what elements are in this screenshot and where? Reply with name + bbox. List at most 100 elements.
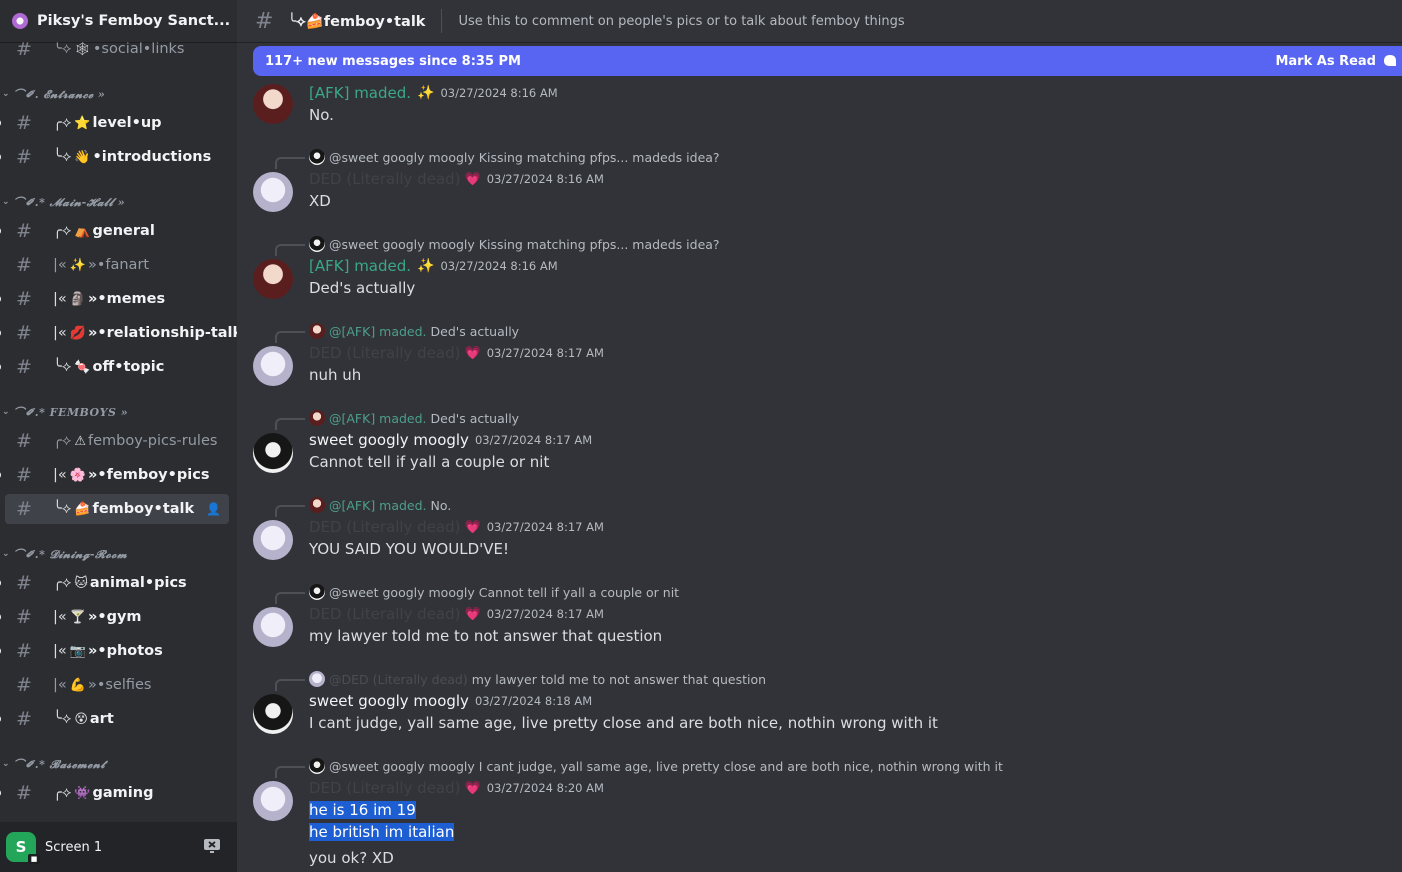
channel-femboy-talk[interactable]: # ╰⟡ 🍰 femboy•talk 👤 <box>5 494 229 524</box>
avatar[interactable] <box>253 781 293 821</box>
reply-spine <box>275 331 305 343</box>
author-name[interactable]: DED (Literally dead) <box>309 605 461 623</box>
mark-read-icon[interactable] <box>1382 53 1398 69</box>
channel-off-topic[interactable]: # ╰⟡ 🍬 off•topic <box>0 352 229 382</box>
channel-fanart[interactable]: # |« ✨ »•fanart <box>5 250 229 280</box>
unread-indicator <box>0 227 1 235</box>
stream-avatar[interactable]: S ■ <box>6 832 40 864</box>
timestamp[interactable]: 03/27/2024 8:18 AM <box>475 694 592 708</box>
channel-femboy-pics[interactable]: # |« 🌸 »•femboy•pics <box>0 460 229 490</box>
reply-text[interactable]: Cannot tell if yall a couple or nit <box>479 585 679 600</box>
chevron-down-icon: ⌄ <box>2 549 10 559</box>
new-messages-banner[interactable]: 117+ new messages since 8:35 PM Mark As … <box>253 46 1402 76</box>
avatar[interactable] <box>253 433 293 473</box>
reply-text[interactable]: my lawyer told me to not answer that que… <box>472 672 766 687</box>
author-name[interactable]: sweet googly moogly <box>309 692 469 710</box>
channel-animal-pics[interactable]: # ╭⟡ 🐱 animal•pics <box>0 568 229 598</box>
reply-username[interactable]: @sweet googly moogly <box>329 150 475 165</box>
timestamp[interactable]: 03/27/2024 8:16 AM <box>440 86 557 100</box>
reply-text[interactable]: Kissing matching pfps... madeds idea? <box>479 150 720 165</box>
channel-art[interactable]: # ╰⟡ 😵 art <box>0 704 229 734</box>
timestamp[interactable]: 03/27/2024 8:16 AM <box>487 172 604 186</box>
message-text: No. <box>309 104 334 126</box>
mark-as-read-button[interactable]: Mark As Read <box>1275 54 1376 69</box>
unread-indicator <box>0 329 1 337</box>
reply-text[interactable]: No. <box>431 498 452 513</box>
reply-username[interactable]: @[AFK] maded. <box>329 498 427 513</box>
avatar[interactable] <box>253 520 293 560</box>
channel-category[interactable]: ⌄ ⌒✐.* 𝓑𝓪𝓼𝓮𝓶𝓮𝓷𝓽 <box>2 754 232 774</box>
screen-share-icon[interactable] <box>203 838 221 854</box>
channel-category[interactable]: ⌄ ⌒✐.* 𝓓𝓲𝓷𝓲𝓷𝓰-𝓡𝓸𝓸𝓶 <box>2 544 232 564</box>
author-name[interactable]: sweet googly moogly <box>309 431 469 449</box>
reply-username[interactable]: @[AFK] maded. <box>329 324 427 339</box>
message-header: [AFK] maded. ✨ 03/27/2024 8:16 AM <box>309 82 558 104</box>
reply-text[interactable]: I cant judge, yall same age, live pretty… <box>479 759 1003 774</box>
reply-username[interactable]: @sweet googly moogly <box>329 237 475 252</box>
channel-emoji: ⭐ <box>74 115 91 131</box>
channel-prefix: ╭⟡ <box>53 433 72 449</box>
avatar[interactable] <box>253 259 293 299</box>
channel-name: femboy-pics-rules <box>87 433 218 449</box>
timestamp[interactable]: 03/27/2024 8:17 AM <box>475 433 592 447</box>
channel-name: »•gym <box>87 609 142 625</box>
avatar[interactable] <box>253 172 293 212</box>
channel-gym[interactable]: # |« 🍸 »•gym <box>0 602 229 632</box>
channel-name: off•topic <box>92 359 165 375</box>
channel-category[interactable]: ⌄ ⌒✐.* FEMBOYS » <box>2 402 232 422</box>
timestamp[interactable]: 03/27/2024 8:17 AM <box>487 346 604 360</box>
channel-level-up[interactable]: # ╭⟡ ⭐ level•up <box>0 108 229 138</box>
timestamp[interactable]: 03/27/2024 8:16 AM <box>440 259 557 273</box>
channel-relationship-talk[interactable]: # |« 💋 »•relationship-talk <box>0 318 237 348</box>
channel-category[interactable]: ⌄ ⌒✐. 𝓔𝓷𝓽𝓻𝓪𝓷𝓬𝓮 » <box>2 84 232 104</box>
channel-femboy-pics-rules[interactable]: # ╭⟡ ⚠ femboy-pics-rules <box>5 426 229 456</box>
reply-reference[interactable]: @sweet googly moogly Kissing matching pfp… <box>275 235 720 256</box>
avatar[interactable] <box>253 607 293 647</box>
reply-text[interactable]: Ded's actually <box>431 411 520 426</box>
avatar[interactable] <box>253 346 293 386</box>
reply-avatar <box>309 584 325 600</box>
reply-reference[interactable]: @[AFK] maded. Ded's actually <box>275 409 520 430</box>
reply-reference[interactable]: @[AFK] maded. No. <box>275 496 452 517</box>
heart-icon: 💗 <box>464 171 481 187</box>
timestamp[interactable]: 03/27/2024 8:17 AM <box>487 607 604 621</box>
channel-selfies[interactable]: # |« 💪 »•selfies <box>5 670 229 700</box>
channel-category[interactable]: ⌄ ⌒✐.* 𝓜𝓪𝓲𝓷-𝓗𝓪𝓵𝓵 » <box>2 192 232 212</box>
author-name[interactable]: DED (Literally dead) <box>309 779 461 797</box>
add-member-icon[interactable]: 👤 <box>206 502 221 516</box>
reply-text[interactable]: Kissing matching pfps... madeds idea? <box>479 237 720 252</box>
author-name[interactable]: DED (Literally dead) <box>309 170 461 188</box>
author-name[interactable]: [AFK] maded. <box>309 84 411 102</box>
avatar[interactable] <box>253 84 293 124</box>
reply-reference[interactable]: @DED (Literally dead) my lawyer told me t… <box>275 670 766 691</box>
reply-reference[interactable]: @[AFK] maded. Ded's actually <box>275 322 520 343</box>
channel-gaming[interactable]: # ╭⟡ 👾 gaming <box>0 778 229 808</box>
server-header[interactable]: Piksy's Femboy Sanct... <box>0 0 237 42</box>
reply-username[interactable]: @sweet googly moogly <box>329 759 475 774</box>
channel-prefix: ╰⟡ <box>53 711 72 727</box>
reply-reference[interactable]: @sweet googly moogly I cant judge, yall s… <box>275 757 1003 778</box>
author-name[interactable]: [AFK] maded. <box>309 257 411 275</box>
author-name[interactable]: DED (Literally dead) <box>309 344 461 362</box>
avatar[interactable] <box>253 694 293 734</box>
reply-username[interactable]: @[AFK] maded. <box>329 411 427 426</box>
timestamp[interactable]: 03/27/2024 8:20 AM <box>487 781 604 795</box>
channel-name: art <box>89 711 114 727</box>
hash-icon: # <box>16 288 32 310</box>
message-line: nuh uh <box>309 366 362 384</box>
reply-reference[interactable]: @sweet googly moogly Cannot tell if yall … <box>275 583 679 604</box>
reply-text[interactable]: Ded's actually <box>431 324 520 339</box>
channel-name: »•memes <box>87 291 166 307</box>
reply-username[interactable]: @sweet googly moogly <box>329 585 475 600</box>
timestamp[interactable]: 03/27/2024 8:17 AM <box>487 520 604 534</box>
channel-general[interactable]: # ╭⟡ ⛺ general <box>0 216 229 246</box>
channel-topic[interactable]: Use this to comment on people's pics or … <box>458 14 904 29</box>
channel-memes[interactable]: # |« 🗿 »•memes <box>0 284 229 314</box>
category-name: ⌒✐. 𝓔𝓷𝓽𝓻𝓪𝓷𝓬𝓮 » <box>13 88 106 101</box>
channel-photos[interactable]: # |« 📷 »•photos <box>0 636 229 666</box>
reply-username[interactable]: @DED (Literally dead) <box>329 672 468 687</box>
channel-introductions[interactable]: # ╰⟡ 👋 •introductions <box>0 142 229 172</box>
author-name[interactable]: DED (Literally dead) <box>309 518 461 536</box>
message-line: Cannot tell if yall a couple or nit <box>309 453 550 471</box>
reply-reference[interactable]: @sweet googly moogly Kissing matching pfp… <box>275 148 720 169</box>
